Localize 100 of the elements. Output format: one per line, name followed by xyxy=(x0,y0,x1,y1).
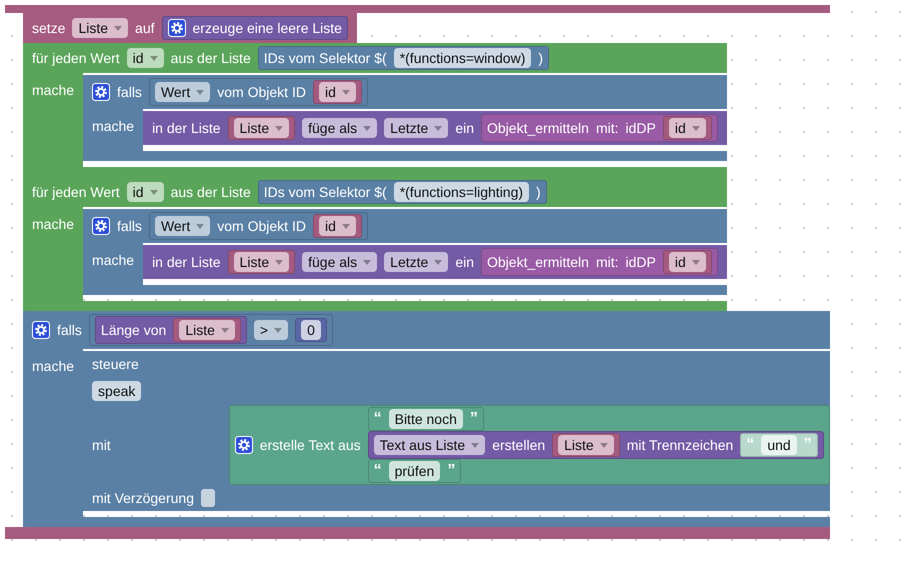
caret-icon xyxy=(342,224,350,228)
dropdown[interactable]: Letzte xyxy=(384,118,448,138)
list-block[interactable]: Länge von Liste xyxy=(94,316,247,344)
caret-icon xyxy=(342,90,350,94)
dropdown[interactable]: Liste xyxy=(558,435,614,455)
if-block[interactable]: falls Länge von Liste > 0 mache steuere speak mit erstelle Text aus “ Bitte noch ” Text aus Liste erstellen Liste mit Trennzeichen “ und ” “ prüfen ” mit Verzögerung xyxy=(23,311,830,527)
block-label: erzeuge eine leere Liste xyxy=(192,19,342,37)
block-label: falls xyxy=(57,321,82,339)
dropdown[interactable]: Liste xyxy=(234,118,290,138)
text-field[interactable]: *(functions=window) xyxy=(394,48,532,68)
text-field[interactable]: 0 xyxy=(301,320,321,340)
block-label: steuere xyxy=(92,355,139,373)
block-label: mache xyxy=(32,81,74,99)
gear-icon[interactable] xyxy=(234,436,253,454)
text-block[interactable]: erstelle Text aus “ Bitte noch ” Text aus Liste erstellen Liste mit Trennzeichen “ und ” “ prüfen ” xyxy=(228,405,830,485)
block-label: in der Liste xyxy=(152,119,221,137)
dropdown[interactable]: id xyxy=(126,182,164,202)
block-label: mache xyxy=(32,357,74,375)
gear-icon[interactable] xyxy=(92,217,110,235)
block-label: für jeden Wert xyxy=(32,49,120,67)
dropdown[interactable]: id xyxy=(668,118,706,138)
dropdown[interactable]: füge als xyxy=(302,252,378,272)
selector-block[interactable]: IDs vom Selektor $( *(functions=window) ) xyxy=(258,46,550,70)
caret-icon xyxy=(692,126,700,130)
dropdown[interactable]: füge als xyxy=(302,118,378,138)
dropdown[interactable]: Liste xyxy=(72,18,128,38)
variable-block[interactable]: Liste xyxy=(173,318,241,342)
caret-icon xyxy=(274,328,282,332)
text-block[interactable]: “ und ” xyxy=(740,433,818,457)
selector-block[interactable]: IDs vom Selektor $( *(functions=lighting) ) xyxy=(258,180,547,204)
block-label: aus der Liste xyxy=(170,49,251,67)
block-label: falls xyxy=(117,83,142,101)
block-label: mit xyxy=(92,436,111,454)
dropdown[interactable]: Wert xyxy=(154,82,210,102)
loop-block[interactable]: für jeden Wert id aus der Liste IDs vom Selektor $( *(functions=window) ) mache falls Wert vom Objekt ID id mache in der Liste Liste füge als Letzte ein Objekt_ermitteln mit: idDP id xyxy=(23,43,727,177)
variable-block[interactable]: Liste xyxy=(228,250,296,274)
text-field[interactable]: prüfen xyxy=(388,461,440,481)
variable-block[interactable]: id xyxy=(312,214,362,238)
if-block[interactable]: falls Wert vom Objekt ID id mache in der Liste Liste füge als Letzte ein Objekt_ermitteln mit: idDP id xyxy=(83,75,727,161)
caret-icon xyxy=(692,260,700,264)
block-label: erstellen xyxy=(492,436,546,454)
list-block[interactable]: in der Liste Liste füge als Letzte ein Objekt_ermitteln mit: idDP id xyxy=(143,111,727,145)
block-label: ) xyxy=(538,49,544,67)
quote-mark: “ xyxy=(374,462,382,480)
dropdown[interactable]: Wert xyxy=(154,216,210,236)
dropdown[interactable]: Liste xyxy=(234,252,290,272)
selector-block[interactable]: Wert vom Objekt ID id xyxy=(148,212,368,240)
block-label: vom Objekt ID xyxy=(217,83,306,101)
block-label: ein xyxy=(455,119,474,137)
block-label: aus der Liste xyxy=(170,183,251,201)
empty-input-slot[interactable] xyxy=(200,489,215,507)
text-field[interactable]: Bitte noch xyxy=(388,409,463,429)
block-label: auf xyxy=(135,19,155,37)
function-call-block[interactable]: Objekt_ermitteln mit: idDP id xyxy=(481,114,718,142)
variable-block[interactable]: id xyxy=(662,250,712,274)
block-label: für jeden Wert xyxy=(32,183,120,201)
list-block[interactable]: Text aus Liste erstellen Liste mit Trennzeichen “ und ” xyxy=(368,431,824,459)
caret-icon xyxy=(434,260,442,264)
dropdown[interactable]: id xyxy=(318,216,356,236)
variable-block[interactable]: Liste xyxy=(552,433,620,457)
block-label: mit: xyxy=(596,119,618,137)
variable-block[interactable]: Liste xyxy=(228,116,296,140)
loop-block[interactable]: für jeden Wert id aus der Liste IDs vom Selektor $( *(functions=lighting) ) mache falls Wert vom Objekt ID id mache in der Liste Liste füge als Letzte ein Objekt_ermitteln mit: idDP id xyxy=(23,177,727,311)
caret-icon xyxy=(434,126,442,130)
variable-block[interactable]: id xyxy=(312,80,362,104)
dropdown[interactable]: Letzte xyxy=(384,252,448,272)
if-block[interactable]: falls Wert vom Objekt ID id mache in der Liste Liste füge als Letzte ein Objekt_ermitteln mit: idDP id xyxy=(83,209,727,295)
block-label: falls xyxy=(117,217,142,235)
number-block[interactable]: 0 xyxy=(295,318,327,342)
block-label: setze xyxy=(32,19,66,37)
dropdown[interactable]: id xyxy=(126,48,164,68)
text-field[interactable]: *(functions=lighting) xyxy=(394,182,530,202)
text-field[interactable]: und xyxy=(761,435,797,455)
quote-mark: “ xyxy=(746,436,754,454)
caret-icon xyxy=(220,328,229,332)
text-block[interactable]: “ prüfen ” xyxy=(368,459,462,483)
selector-block[interactable]: Wert vom Objekt ID id xyxy=(148,78,368,106)
variable-block[interactable]: setze Liste auf erzeuge eine leere Liste xyxy=(23,13,357,43)
block-label: idDP xyxy=(626,253,656,271)
variable-block[interactable]: id xyxy=(662,116,712,140)
dropdown[interactable]: Liste xyxy=(179,320,235,340)
gear-icon[interactable] xyxy=(32,321,50,339)
gear-icon[interactable] xyxy=(92,83,110,101)
control-block[interactable]: steuere speak mit erstelle Text aus “ Bitte noch ” Text aus Liste erstellen Liste mit Trennzeichen “ und ” “ prüfen ” mit Verzögerung xyxy=(83,351,830,511)
dropdown[interactable]: Text aus Liste xyxy=(374,435,486,455)
text-block[interactable]: “ Bitte noch ” xyxy=(368,407,484,431)
dropdown[interactable]: id xyxy=(318,82,356,102)
function-call-block[interactable]: Objekt_ermitteln mit: idDP id xyxy=(481,248,718,276)
dropdown[interactable]: id xyxy=(668,252,706,272)
list-block[interactable]: erzeuge eine leere Liste xyxy=(162,16,348,40)
caret-icon xyxy=(196,224,204,228)
dropdown[interactable]: > xyxy=(254,320,288,340)
block-label: mit Trennzeichen xyxy=(626,436,734,454)
list-block[interactable]: in der Liste Liste füge als Letzte ein Objekt_ermitteln mit: idDP id xyxy=(143,245,727,279)
text-field[interactable]: speak xyxy=(92,381,142,401)
gear-icon[interactable] xyxy=(168,19,186,37)
block-label: Objekt_ermitteln xyxy=(487,253,589,271)
block-label: IDs vom Selektor $( xyxy=(264,183,387,201)
quote-mark: ” xyxy=(447,462,456,480)
compare-block[interactable]: Länge von Liste > 0 xyxy=(88,314,333,346)
